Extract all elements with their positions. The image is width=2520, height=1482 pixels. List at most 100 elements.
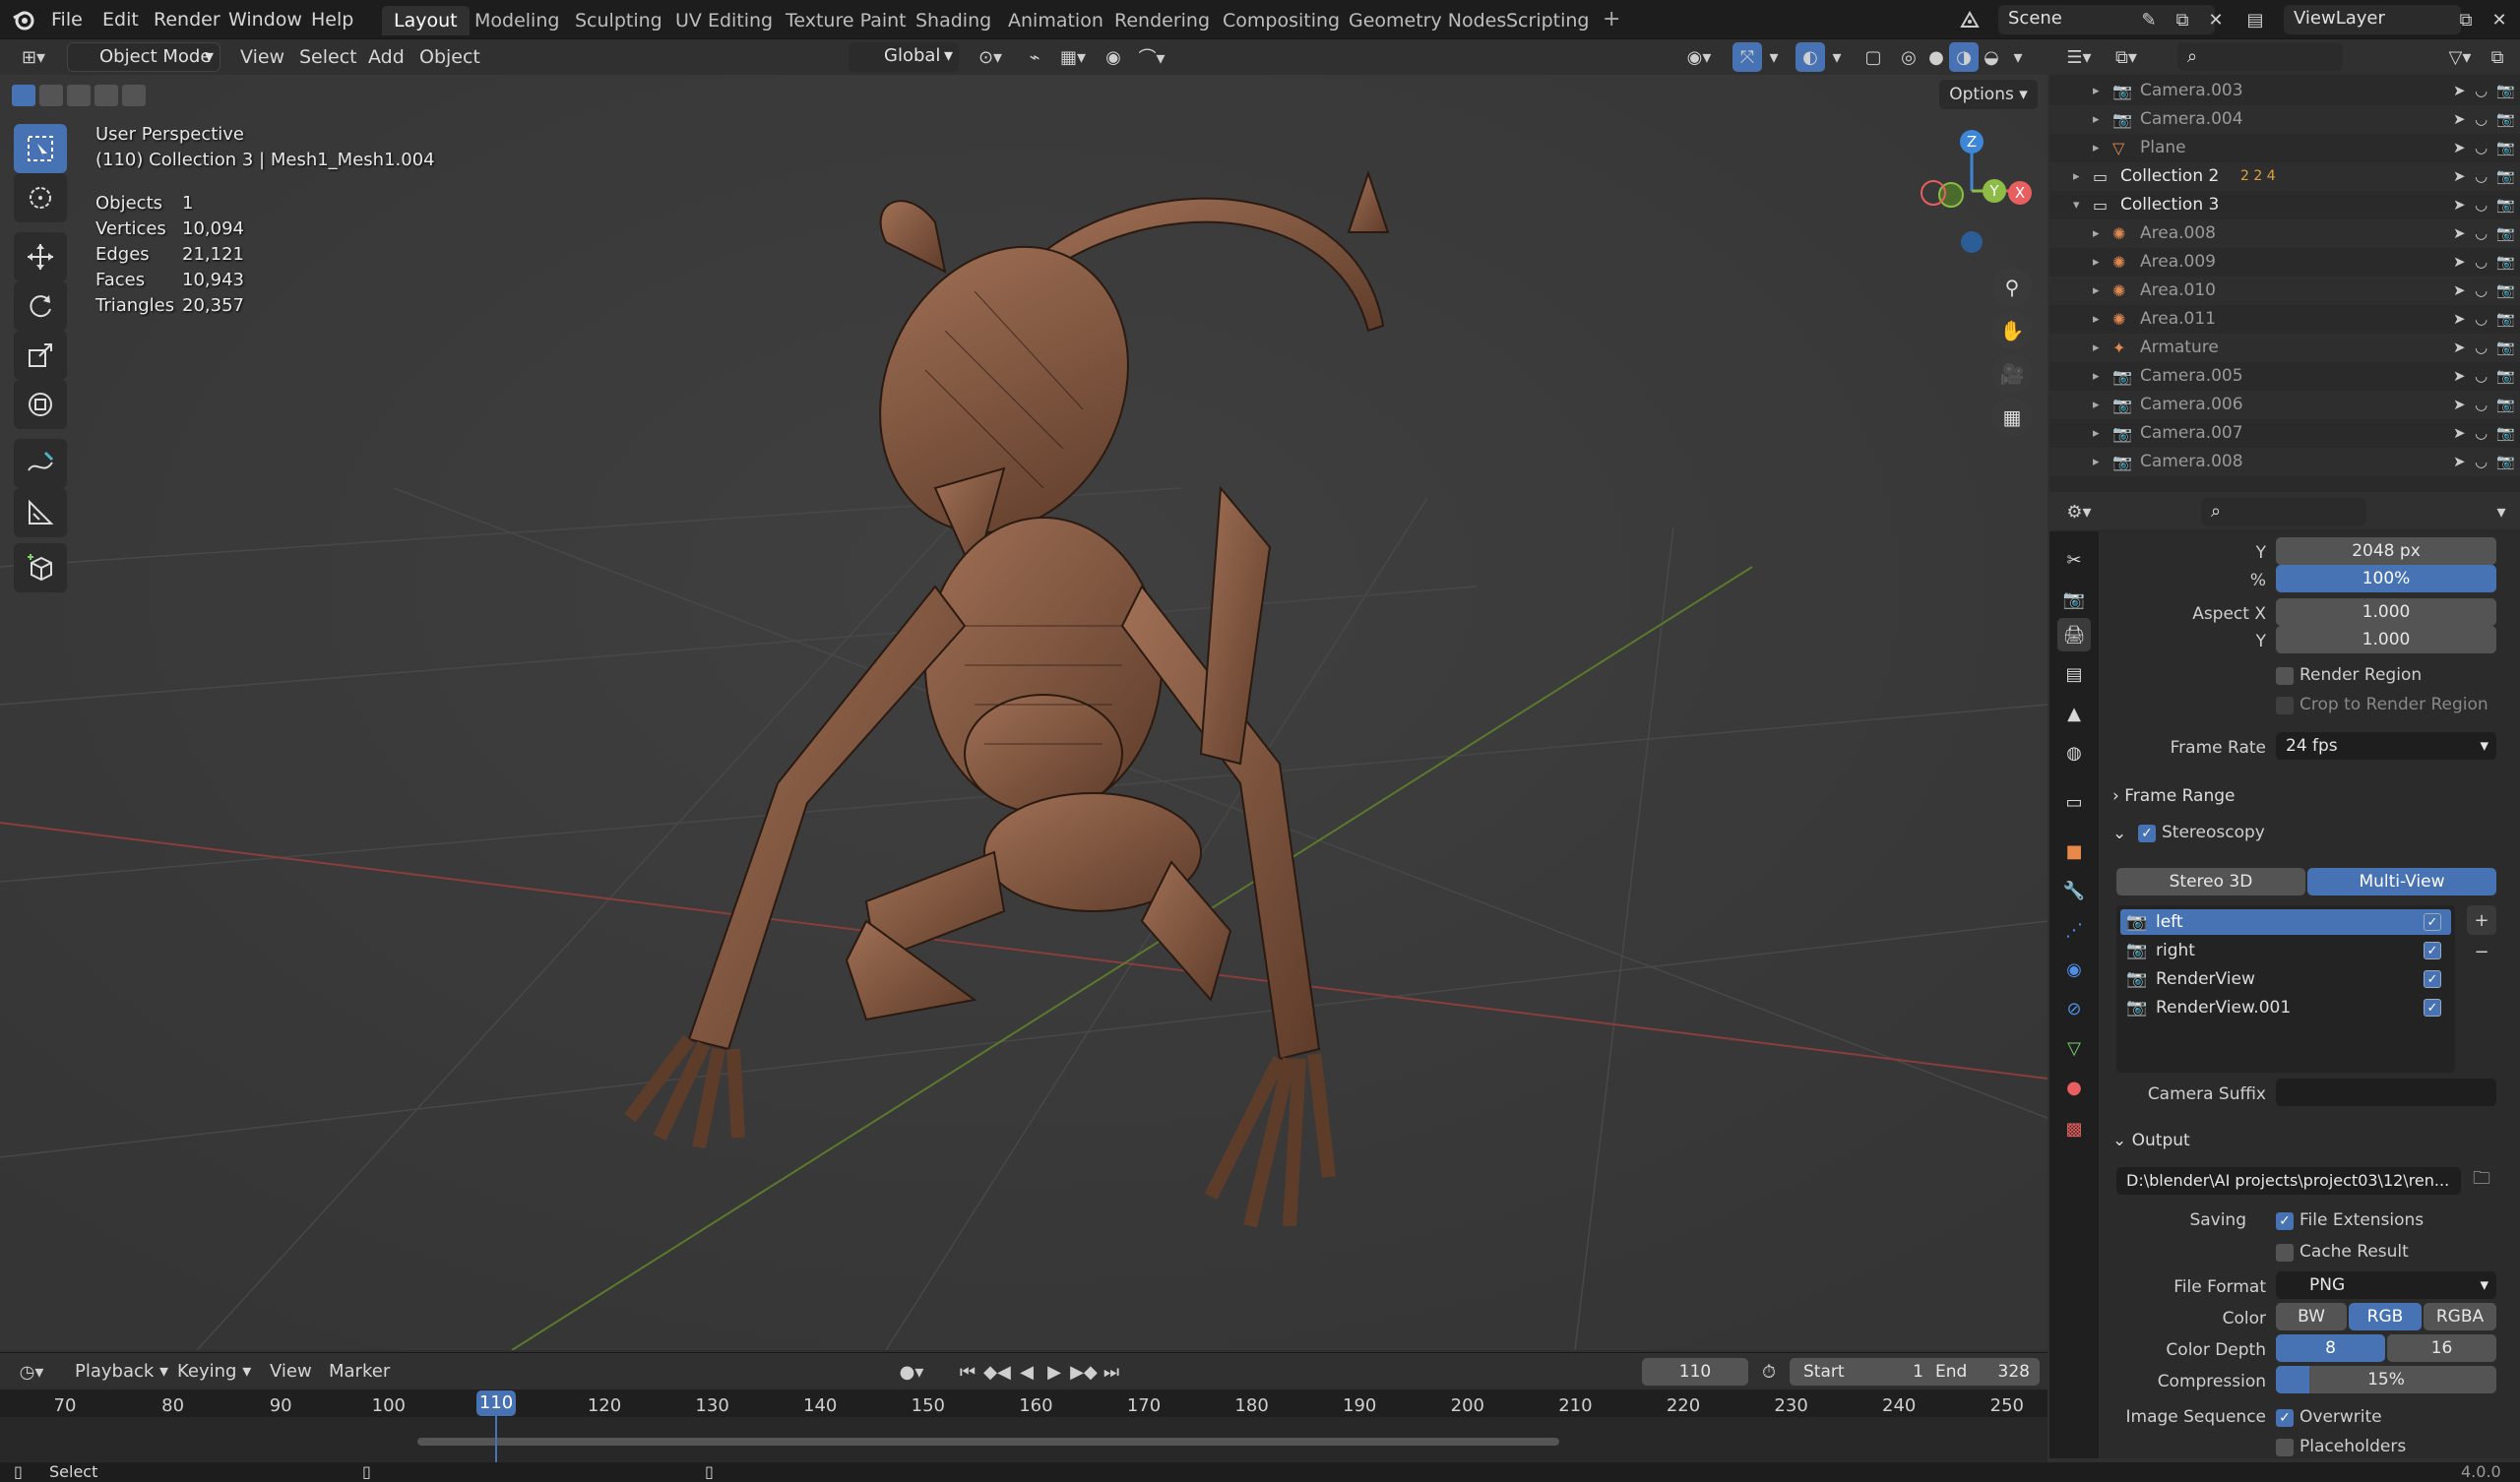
modifier-tab-icon[interactable]: 🔧: [2057, 874, 2091, 907]
outliner-item-name[interactable]: Collection 3: [2120, 191, 2219, 219]
view-list-item[interactable]: 📷 right ✓: [2120, 938, 2451, 963]
view-enabled-checkbox[interactable]: ✓: [2424, 970, 2441, 988]
select-toggle-icon[interactable]: ➤: [2453, 191, 2466, 219]
outliner-item-name[interactable]: Camera.004: [2140, 105, 2243, 134]
render-tab-icon[interactable]: 📷: [2057, 583, 2091, 616]
tab-animation[interactable]: Animation: [996, 6, 1115, 35]
outliner-row[interactable]: ▸ ✺ Area.009 ➤ ◡ 📷: [2049, 248, 2520, 277]
tab-modeling[interactable]: Modeling: [463, 6, 571, 35]
outliner-item-name[interactable]: Collection 2: [2120, 162, 2219, 191]
new-collection-icon[interactable]: ⧉: [2483, 42, 2512, 72]
crop-region-checkbox[interactable]: [2276, 697, 2294, 714]
select-toggle-icon[interactable]: ➤: [2453, 162, 2466, 191]
folder-icon[interactable]: 🗀: [2467, 1166, 2496, 1196]
hide-toggle-icon[interactable]: ◡: [2475, 419, 2488, 448]
constraints-tab-icon[interactable]: ⊘: [2057, 992, 2091, 1025]
color-bw-button[interactable]: BW: [2276, 1303, 2347, 1330]
start-frame-field[interactable]: Start 1: [1790, 1358, 1937, 1386]
outliner-item-name[interactable]: Plane: [2140, 134, 2186, 162]
select-toggle-icon[interactable]: ➤: [2453, 305, 2466, 334]
outliner-item-name[interactable]: Armature: [2140, 334, 2219, 362]
select-toggle-icon[interactable]: ➤: [2453, 248, 2466, 277]
playhead-label[interactable]: 110: [476, 1390, 516, 1416]
outliner-item-name[interactable]: Area.009: [2140, 248, 2216, 277]
resolution-pct-field[interactable]: 100%: [2276, 565, 2496, 592]
output-path-input[interactable]: D:\blender\AI projects\project03\12\ren.…: [2116, 1167, 2461, 1195]
hide-toggle-icon[interactable]: ◡: [2475, 448, 2488, 476]
tab-compositing[interactable]: Compositing: [1211, 6, 1352, 35]
view-layer-icon[interactable]: ▤: [2240, 5, 2270, 34]
render-toggle-icon[interactable]: 📷: [2496, 162, 2515, 191]
outliner-row[interactable]: ▸ 📷 Camera.008 ➤ ◡ 📷: [2049, 448, 2520, 476]
rotate-tool-icon[interactable]: [14, 281, 67, 331]
render-toggle-icon[interactable]: 📷: [2496, 248, 2515, 277]
select-toggle-icon[interactable]: ➤: [2453, 419, 2466, 448]
transform-tool-icon[interactable]: [14, 380, 67, 429]
outliner-row[interactable]: ▸ 📷 Camera.004 ➤ ◡ 📷: [2049, 105, 2520, 134]
expand-arrow-icon[interactable]: ▸: [2093, 334, 2100, 362]
solid-shading-icon[interactable]: ●: [1922, 42, 1951, 72]
mode-select[interactable]: Object Mode ▾: [67, 42, 220, 72]
new-scene-icon[interactable]: ⧉: [2168, 5, 2197, 34]
physics-tab-icon[interactable]: ◉: [2057, 953, 2091, 986]
select-subtract-icon[interactable]: [67, 85, 91, 106]
select-intersect-icon[interactable]: [94, 85, 118, 106]
delete-view-layer-icon[interactable]: ✕: [2485, 5, 2514, 34]
expand-arrow-icon[interactable]: ▸: [2093, 391, 2100, 419]
stopwatch-icon[interactable]: ⏱: [1754, 1357, 1784, 1387]
hide-toggle-icon[interactable]: ◡: [2475, 162, 2488, 191]
menu-file[interactable]: File: [47, 6, 87, 33]
expand-arrow-icon[interactable]: ▸: [2093, 134, 2100, 162]
select-toggle-icon[interactable]: ➤: [2453, 219, 2466, 248]
outliner-item-name[interactable]: Area.011: [2140, 305, 2216, 334]
view-layer-field[interactable]: ViewLayer: [2284, 5, 2461, 34]
select-toggle-icon[interactable]: ➤: [2453, 105, 2466, 134]
render-toggle-icon[interactable]: 📷: [2496, 448, 2515, 476]
filter-icon[interactable]: ▽▾: [2437, 42, 2483, 72]
file-extensions-checkbox[interactable]: ✓: [2276, 1212, 2294, 1230]
add-view-icon[interactable]: +: [2467, 905, 2496, 935]
select-toggle-icon[interactable]: ➤: [2453, 134, 2466, 162]
jump-end-icon[interactable]: ⏭: [1097, 1357, 1126, 1387]
editor-type-icon[interactable]: ⊞▾: [12, 42, 55, 72]
gizmo-dropdown-icon[interactable]: ▾: [1764, 42, 1784, 72]
menu-render[interactable]: Render: [150, 6, 224, 33]
outliner-row[interactable]: ▸ ▽ Plane ➤ ◡ 📷: [2049, 134, 2520, 162]
render-toggle-icon[interactable]: 📷: [2496, 391, 2515, 419]
playhead-line[interactable]: [495, 1415, 497, 1462]
play-reverse-icon[interactable]: ◀: [1012, 1357, 1041, 1387]
expand-arrow-icon[interactable]: ▸: [2093, 277, 2100, 305]
menu-add[interactable]: Add: [364, 43, 409, 71]
hide-toggle-icon[interactable]: ◡: [2475, 105, 2488, 134]
render-toggle-icon[interactable]: 📷: [2496, 219, 2515, 248]
properties-search-input[interactable]: ⌕: [2201, 498, 2366, 525]
outliner-row[interactable]: ▸ ▭ Collection 2 2 2 4 ➤ ◡ 📷: [2049, 162, 2520, 191]
falloff-icon[interactable]: ⌒▾: [1132, 42, 1171, 72]
delete-scene-icon[interactable]: ✕: [2201, 5, 2231, 34]
tab-shading[interactable]: Shading: [904, 6, 1003, 35]
outliner-item-name[interactable]: Camera.003: [2140, 77, 2243, 105]
hide-toggle-icon[interactable]: ◡: [2475, 219, 2488, 248]
render-toggle-icon[interactable]: 📷: [2496, 105, 2515, 134]
hide-toggle-icon[interactable]: ◡: [2475, 305, 2488, 334]
select-box-tool-icon[interactable]: [14, 124, 67, 173]
render-toggle-icon[interactable]: 📷: [2496, 419, 2515, 448]
menu-help[interactable]: Help: [307, 6, 357, 33]
render-toggle-icon[interactable]: 📷: [2496, 362, 2515, 391]
outliner-search-input[interactable]: ⌕: [2177, 43, 2343, 71]
overlay-toggle-icon[interactable]: ◐: [1796, 42, 1825, 72]
frame-range-panel[interactable]: › Frame Range: [2107, 779, 2506, 813]
shading-dropdown-icon[interactable]: ▾: [2008, 42, 2028, 72]
add-cube-tool-icon[interactable]: [14, 543, 67, 592]
placeholders-checkbox[interactable]: [2276, 1439, 2294, 1456]
file-format-select[interactable]: PNG ▾: [2276, 1271, 2496, 1299]
tool-tab-icon[interactable]: ✂: [2057, 543, 2091, 577]
outliner-row[interactable]: ▸ 📷 Camera.003 ➤ ◡ 📷: [2049, 77, 2520, 105]
view-list-item[interactable]: 📷 left ✓: [2120, 909, 2451, 935]
material-shading-icon[interactable]: ◑: [1949, 42, 1979, 72]
snap-target-icon[interactable]: ▦▾: [1053, 42, 1093, 72]
jump-start-icon[interactable]: ⏮: [953, 1357, 982, 1387]
outliner-item-name[interactable]: Camera.005: [2140, 362, 2243, 391]
color-rgba-button[interactable]: RGBA: [2424, 1303, 2496, 1330]
menu-marker[interactable]: Marker: [325, 1358, 394, 1386]
